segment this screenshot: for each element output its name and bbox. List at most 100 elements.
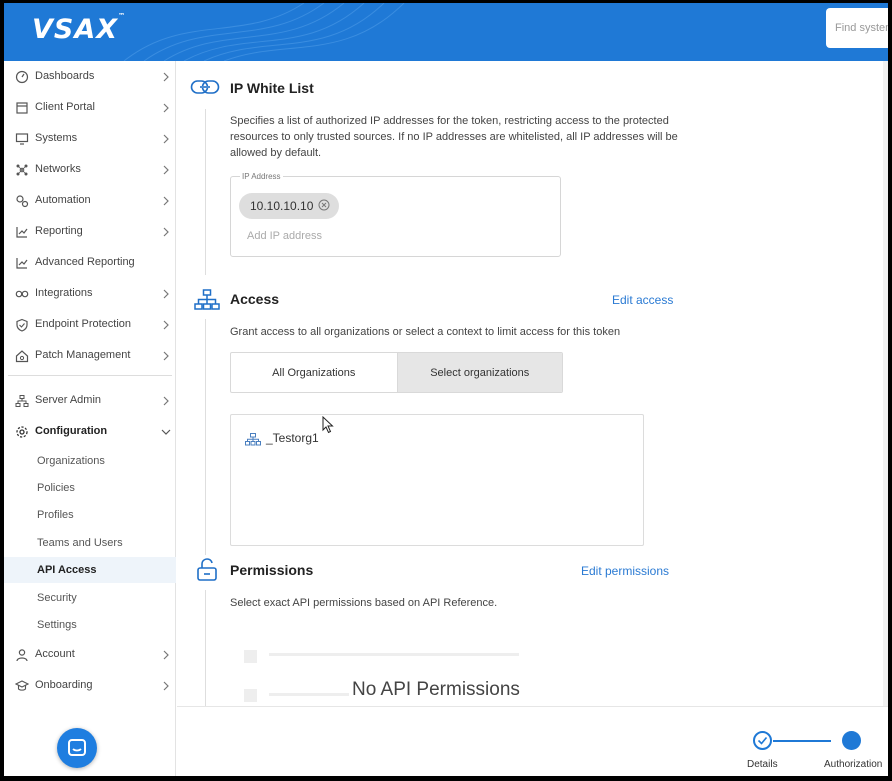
sidebar-item-label: Reporting — [35, 225, 83, 237]
house-gear-icon — [15, 350, 29, 363]
sidebar-item-configuration[interactable]: Configuration — [4, 420, 176, 444]
chevron-right-icon — [163, 165, 169, 175]
ip-chip: 10.10.10.10 — [239, 193, 339, 219]
section-connector-line — [205, 319, 206, 555]
skeleton-line — [269, 653, 519, 656]
chart-icon — [16, 258, 28, 269]
chevron-right-icon — [163, 289, 169, 299]
chevron-right-icon — [163, 396, 169, 406]
network-icon — [16, 164, 28, 176]
edit-permissions-link[interactable]: Edit permissions — [581, 564, 669, 578]
sidebar-item-account[interactable]: Account — [4, 643, 176, 667]
vsax-logo[interactable]: VSAX™ — [32, 12, 126, 45]
tab-select-organizations[interactable]: Select organizations — [396, 353, 562, 392]
sidebar-subitem-label: Settings — [37, 619, 77, 631]
sidebar-item-label: Advanced Reporting — [35, 256, 135, 268]
hierarchy-icon — [194, 289, 220, 310]
chat-button[interactable] — [57, 728, 97, 768]
sidebar: Dashboards Client Portal Systems Network… — [4, 61, 176, 776]
chevron-down-icon — [161, 429, 171, 435]
chevron-right-icon — [163, 227, 169, 237]
lock-open-icon — [197, 558, 217, 581]
add-ip-input[interactable]: Add IP address — [247, 230, 322, 242]
sidebar-item-patch-management[interactable]: Patch Management — [4, 344, 176, 368]
sidebar-item-automation[interactable]: Automation — [4, 189, 176, 213]
access-description: Grant access to all organizations or sel… — [230, 326, 621, 338]
shield-icon — [16, 318, 28, 332]
chevron-right-icon — [163, 320, 169, 330]
step-label-authorization: Authorization — [824, 759, 883, 770]
step-authorization-indicator[interactable] — [842, 731, 861, 750]
sidebar-item-label: Client Portal — [35, 101, 95, 113]
main-content: IP White List Specifies a list of author… — [177, 61, 888, 776]
portal-icon — [16, 102, 28, 114]
monitor-icon — [15, 133, 29, 145]
sidebar-subitem-settings[interactable]: Settings — [4, 612, 176, 638]
sidebar-subitem-organizations[interactable]: Organizations — [4, 448, 176, 474]
chevron-right-icon — [163, 351, 169, 361]
sidebar-item-label: Server Admin — [35, 394, 102, 406]
scrollbar[interactable] — [883, 61, 888, 706]
sidebar-item-label: Networks — [35, 163, 81, 175]
sidebar-item-dashboards[interactable]: Dashboards — [4, 65, 176, 89]
user-icon — [16, 649, 28, 662]
sidebar-subitem-profiles[interactable]: Profiles — [4, 502, 176, 528]
search-input[interactable]: Find systems — [826, 8, 888, 48]
top-header: VSAX™ Find systems — [4, 3, 888, 61]
sidebar-item-label: Integrations — [35, 287, 93, 299]
sidebar-divider — [8, 375, 172, 376]
sidebar-item-systems[interactable]: Systems — [4, 127, 176, 151]
sidebar-subitem-label: Security — [37, 592, 77, 604]
permissions-description: Select exact API permissions based on AP… — [230, 597, 498, 609]
sidebar-item-label: Automation — [35, 194, 91, 206]
sidebar-subitem-security[interactable]: Security — [4, 585, 176, 611]
chevron-right-icon — [163, 681, 169, 691]
step-label-details: Details — [747, 759, 778, 770]
sidebar-item-label: Configuration — [35, 425, 108, 437]
sidebar-item-label: Systems — [35, 132, 78, 144]
sidebar-item-client-portal[interactable]: Client Portal — [4, 96, 176, 120]
section-connector-line — [205, 109, 206, 275]
graduation-cap-icon — [15, 680, 29, 691]
organization-name: _Testorg1 — [266, 431, 319, 445]
sidebar-item-reporting[interactable]: Reporting — [4, 220, 176, 244]
ip-address-field[interactable]: IP Address 10.10.10.10 Add IP address — [230, 172, 561, 257]
sidebar-item-endpoint-protection[interactable]: Endpoint Protection — [4, 313, 176, 337]
sidebar-subitem-label: Organizations — [37, 455, 105, 467]
sidebar-item-label: Dashboards — [35, 70, 95, 82]
sidebar-item-integrations[interactable]: Integrations — [4, 282, 176, 306]
sidebar-item-onboarding[interactable]: Onboarding — [4, 674, 176, 698]
sidebar-item-label: Endpoint Protection — [35, 318, 132, 330]
sidebar-subitem-label: Profiles — [37, 509, 74, 521]
app-window: VSAX™ Find systems Dashboards Client Por… — [4, 3, 888, 776]
remove-chip-icon[interactable] — [318, 199, 330, 211]
step-connector — [773, 740, 831, 742]
skeleton-line — [269, 693, 349, 696]
sidebar-item-networks[interactable]: Networks — [4, 158, 176, 182]
check-icon — [757, 736, 768, 745]
chart-icon — [16, 227, 28, 238]
dashboard-icon — [15, 70, 29, 84]
wizard-stepper: Details Authorization — [177, 706, 888, 776]
mouse-cursor-icon — [322, 416, 334, 434]
sidebar-item-advanced-reporting[interactable]: Advanced Reporting — [4, 251, 176, 275]
sidebar-subitem-api-access[interactable]: API Access — [4, 557, 176, 583]
tab-all-organizations[interactable]: All Organizations — [231, 353, 397, 392]
ip-chip-label: 10.10.10.10 — [250, 199, 314, 213]
chat-icon — [68, 739, 86, 756]
skeleton-checkbox — [244, 689, 257, 702]
hierarchy-icon — [245, 433, 261, 446]
sidebar-item-server-admin[interactable]: Server Admin — [4, 389, 176, 413]
infinity-icon — [15, 290, 29, 298]
sidebar-subitem-label: Policies — [37, 482, 75, 494]
access-title: Access — [230, 291, 280, 307]
sidebar-subitem-policies[interactable]: Policies — [4, 475, 176, 501]
ip-whitelist-description: Specifies a list of authorized IP addres… — [230, 115, 678, 159]
sidebar-subitem-label: API Access — [37, 564, 97, 576]
organization-scope-tabs: All Organizations Select organizations — [230, 352, 563, 393]
empty-permissions-message: No API Permissions — [352, 679, 520, 700]
permissions-title: Permissions — [230, 562, 314, 578]
edit-access-link[interactable]: Edit access — [612, 293, 673, 307]
step-details-indicator[interactable] — [753, 731, 772, 750]
sidebar-subitem-teams-and-users[interactable]: Teams and Users — [4, 530, 176, 556]
